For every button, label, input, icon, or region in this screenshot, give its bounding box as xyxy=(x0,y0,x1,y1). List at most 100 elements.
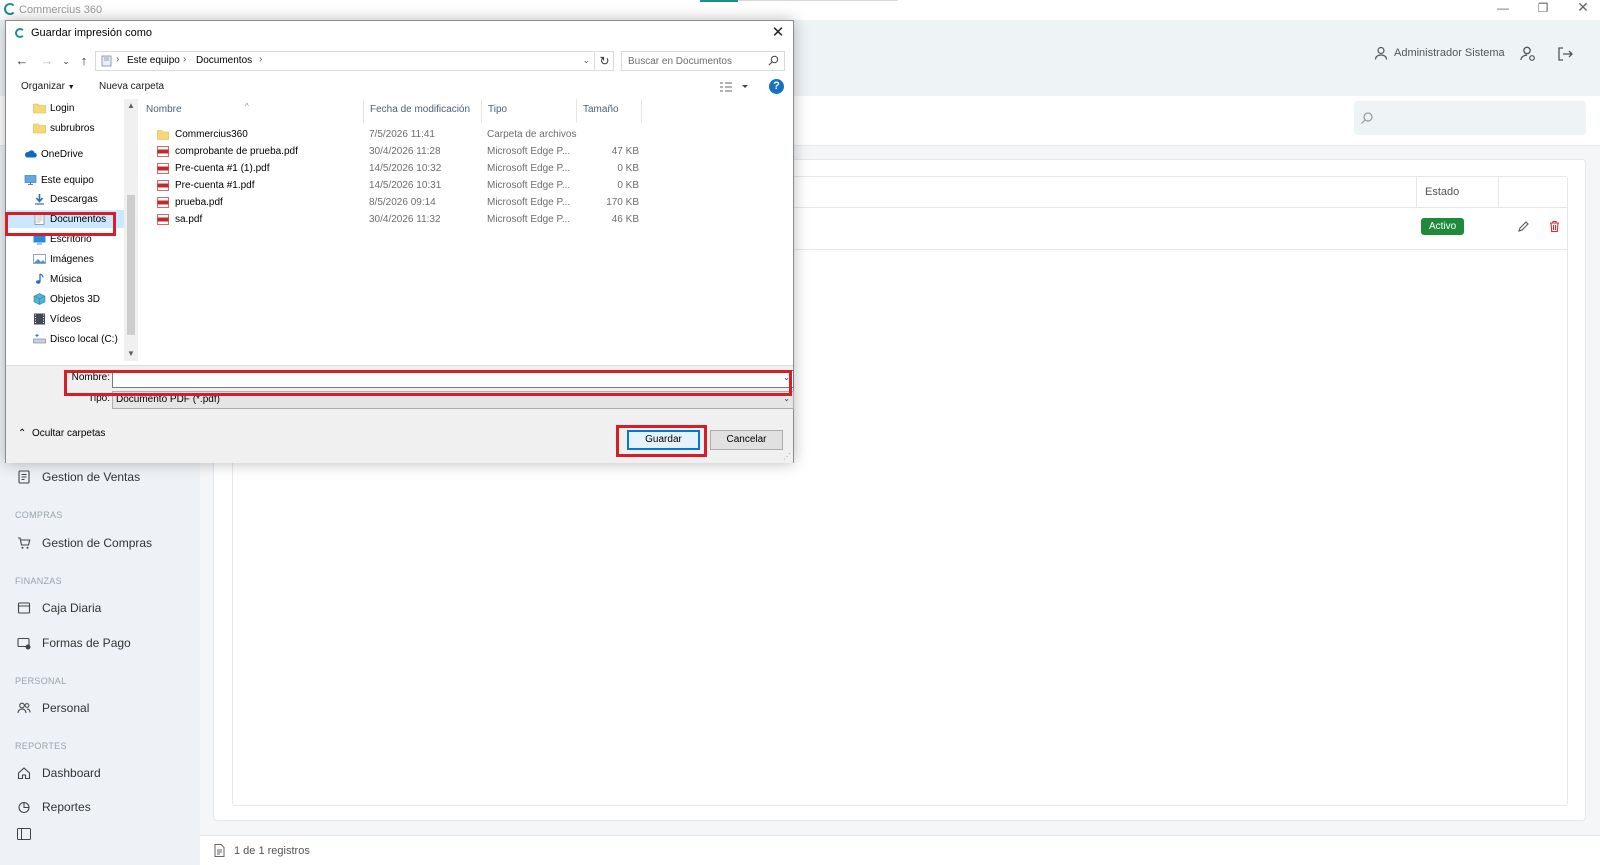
file-name: Pre-cuenta #1 (1).pdf xyxy=(175,163,270,174)
tree-item-disco-local[interactable]: Disco local (C:) xyxy=(7,330,124,348)
view-options-icon[interactable] xyxy=(718,80,752,94)
sidebar-item-formas-pago[interactable]: Formas de Pago xyxy=(17,636,131,650)
column-header-estado[interactable]: Estado xyxy=(1416,177,1498,208)
chevron-down-icon: ▼ xyxy=(67,84,75,91)
computer-icon xyxy=(24,175,37,185)
computer-icon xyxy=(101,55,112,67)
pdf-icon xyxy=(157,214,169,225)
scroll-up-icon[interactable]: ▲ xyxy=(124,101,138,110)
sidebar-item-caja-diaria[interactable]: Caja Diaria xyxy=(17,601,101,615)
tree-item-descargas[interactable]: Descargas xyxy=(7,190,124,208)
up-arrow-icon[interactable]: ↑ xyxy=(76,53,92,69)
new-folder-button[interactable]: Nueva carpeta xyxy=(99,81,164,92)
scrollbar-thumb[interactable] xyxy=(127,195,135,335)
dialog-titlebar[interactable]: Guardar impresión como ✕ xyxy=(6,21,793,45)
column-header-type[interactable]: Tipo xyxy=(482,99,577,123)
address-dropdown-icon[interactable]: ⌄ xyxy=(582,55,590,66)
column-header-size[interactable]: Tamaño xyxy=(577,99,642,123)
file-row[interactable]: sa.pdf 30/4/2026 11:32 Microsoft Edge P.… xyxy=(140,211,792,228)
music-icon xyxy=(36,273,44,284)
app-search-input[interactable] xyxy=(1354,101,1586,135)
tree-item-este-equipo[interactable]: Este equipo xyxy=(7,171,124,189)
file-modified: 14/5/2026 10:31 xyxy=(369,180,442,191)
refresh-icon[interactable]: ↻ xyxy=(596,51,614,71)
breadcrumb-documentos[interactable]: Documentos xyxy=(196,55,252,66)
sidebar-item-reportes[interactable]: Reportes xyxy=(17,800,91,814)
user-settings-icon[interactable] xyxy=(1519,45,1537,63)
file-row[interactable]: prueba.pdf 8/5/2026 09:14 Microsoft Edge… xyxy=(140,194,792,211)
chevron-down-icon[interactable]: ⌄ xyxy=(783,373,790,382)
file-name: Commercius360 xyxy=(175,129,248,140)
cash-register-icon xyxy=(17,602,31,614)
tree-item-label: Descargas xyxy=(50,193,98,205)
tree-item-subrubros[interactable]: subrubros xyxy=(7,119,124,137)
hide-folders-toggle[interactable]: ⌃ Ocultar carpetas xyxy=(18,428,105,439)
organize-label: Organizar xyxy=(21,81,65,92)
file-list: Nombre ^ Fecha de modificación Tipo Tama… xyxy=(140,99,792,361)
file-type: Microsoft Edge P... xyxy=(487,163,571,174)
tree-item-label: Disco local (C:) xyxy=(50,333,118,345)
tree-item-objetos-3d[interactable]: Objetos 3D xyxy=(7,290,124,308)
restore-icon[interactable]: ❐ xyxy=(1528,1,1558,15)
resize-grip-icon[interactable]: ⋰ xyxy=(783,452,791,461)
images-icon xyxy=(33,254,46,264)
filename-input[interactable] xyxy=(113,371,777,387)
minimize-icon[interactable]: — xyxy=(1488,1,1518,15)
dialog-search-box[interactable] xyxy=(621,51,785,71)
tab-divider xyxy=(738,0,898,1)
breadcrumb-este-equipo[interactable]: Este equipo xyxy=(127,55,180,66)
tree-item-imagenes[interactable]: Imágenes xyxy=(7,250,124,268)
sidebar-item-gestion-compras[interactable]: Gestion de Compras xyxy=(17,536,152,550)
dialog-close-button[interactable]: ✕ xyxy=(763,21,793,45)
tree-item-label: Este equipo xyxy=(41,174,94,186)
back-arrow-icon[interactable]: ← xyxy=(14,53,30,69)
edit-icon[interactable] xyxy=(1517,220,1530,233)
filename-field[interactable]: ⌄ xyxy=(112,370,794,388)
file-size: 46 KB xyxy=(611,214,639,225)
sidebar-item-personal[interactable]: Personal xyxy=(17,701,89,715)
sidebar-collapse-icon[interactable] xyxy=(17,828,31,840)
help-icon[interactable]: ? xyxy=(769,79,784,94)
dialog-search-input[interactable] xyxy=(622,52,762,70)
save-button[interactable]: Guardar xyxy=(627,430,700,450)
delete-icon[interactable] xyxy=(1548,220,1561,233)
tree-item-musica[interactable]: Música xyxy=(7,270,124,288)
tab-indicator xyxy=(700,0,738,2)
file-row[interactable]: Pre-cuenta #1.pdf 14/5/2026 10:31 Micros… xyxy=(140,177,792,194)
column-header-name[interactable]: Nombre ^ xyxy=(140,99,364,123)
forward-arrow-icon[interactable]: → xyxy=(39,53,55,69)
status-badge: Activo xyxy=(1421,218,1465,235)
file-size: 170 KB xyxy=(606,197,639,208)
tree-item-label: subrubros xyxy=(50,122,95,134)
window-close-icon[interactable]: ✕ xyxy=(1568,0,1598,16)
column-header-modified[interactable]: Fecha de modificación xyxy=(364,99,482,123)
user-icon xyxy=(1374,46,1388,60)
tree-item-videos[interactable]: Vídeos xyxy=(7,310,124,328)
organize-menu[interactable]: Organizar ▼ xyxy=(21,81,75,92)
tree-item-label: Vídeos xyxy=(50,313,82,325)
tree-item-login[interactable]: Login xyxy=(7,99,124,117)
cancel-button[interactable]: Cancelar xyxy=(710,430,783,450)
file-row[interactable]: Commercius360 7/5/2026 11:41 Carpeta de … xyxy=(140,126,792,143)
folder-icon xyxy=(157,130,169,140)
video-icon xyxy=(34,313,45,325)
tree-item-label: Objetos 3D xyxy=(50,293,101,305)
scroll-down-icon[interactable]: ▼ xyxy=(124,349,138,358)
navigation-pane-scrollbar[interactable]: ▲ ▼ xyxy=(124,99,138,361)
sidebar-item-dashboard[interactable]: Dashboard xyxy=(17,766,101,780)
file-row[interactable]: Pre-cuenta #1 (1).pdf 14/5/2026 10:32 Mi… xyxy=(140,160,792,177)
filetype-select[interactable]: Documento PDF (*.pdf) ⌄ xyxy=(112,391,794,409)
sidebar-item-gestion-ventas[interactable]: Gestion de Ventas xyxy=(17,470,140,484)
recent-locations-chevron-icon[interactable]: ⌄ xyxy=(58,53,74,69)
tree-item-onedrive[interactable]: OneDrive xyxy=(7,145,124,163)
search-icon xyxy=(768,55,779,66)
receipt-icon xyxy=(18,470,30,484)
user-menu[interactable]: Administrador Sistema xyxy=(1374,46,1505,60)
file-row[interactable]: comprobante de prueba.pdf 30/4/2026 11:2… xyxy=(140,143,792,160)
sidebar-item-label: Formas de Pago xyxy=(42,636,131,650)
logout-icon[interactable] xyxy=(1556,45,1574,63)
chevron-down-icon: ⌄ xyxy=(783,394,790,403)
tree-item-documentos[interactable]: Documentos xyxy=(7,210,124,228)
address-bar[interactable]: › Este equipo › Documentos › ⌄ xyxy=(95,51,595,71)
tree-item-escritorio[interactable]: Escritorio xyxy=(7,230,124,248)
